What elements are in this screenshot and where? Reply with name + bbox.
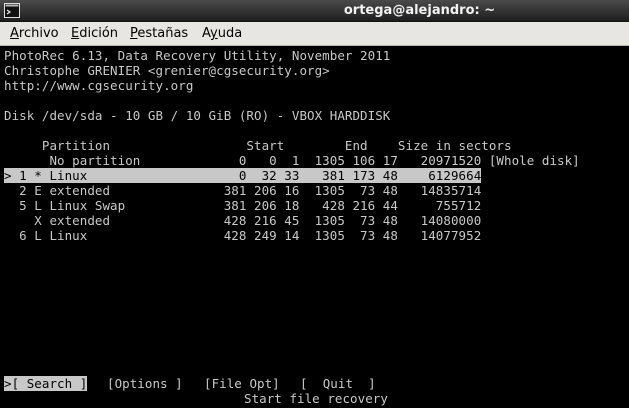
header-line-2: Christophe GRENIER <grenier@cgsecurity.o…	[4, 63, 330, 78]
quit-button[interactable]: [ Quit ]	[300, 376, 376, 391]
menu-pestanas-label: estañas	[137, 26, 189, 41]
menu-archivo[interactable]: Archivo	[10, 26, 59, 42]
partition-table-header: Partition Start End Size in sectors	[4, 138, 512, 153]
partition-row-whole-disk[interactable]: No partition 0 0 1 1305 106 17 20971520 …	[4, 153, 580, 168]
partition-row[interactable]: 5 L Linux Swap 381 206 18 428 216 44 755…	[4, 198, 481, 213]
header-line-3: http://www.cgsecurity.org	[4, 78, 194, 93]
menu-edicion-label: dición	[79, 26, 119, 41]
action-hint: Start file recovery	[244, 391, 388, 406]
menu-archivo-mnemonic: A	[10, 26, 19, 41]
file-opt-button[interactable]: [File Opt]	[204, 376, 280, 391]
menu-edicion-mnemonic: E	[71, 26, 80, 41]
title-bar: ortega@alejandro: ~	[0, 0, 629, 22]
menu-ayuda-mnemonic: y	[210, 26, 218, 41]
menu-bar: Archivo Edición Pestañas Ayuda	[0, 22, 629, 46]
menu-edicion[interactable]: Edición	[71, 26, 118, 42]
terminal-screen[interactable]: PhotoRec 6.13, Data Recovery Utility, No…	[0, 46, 629, 408]
partition-row[interactable]: 6 L Linux 428 249 14 1305 73 48 14077952	[4, 228, 481, 243]
options-button[interactable]: [Options ]	[107, 376, 183, 391]
window-title: ortega@alejandro: ~	[343, 3, 496, 18]
partition-row[interactable]: 2 E extended 381 206 16 1305 73 48 14835…	[4, 183, 481, 198]
menu-pestanas[interactable]: Pestañas	[130, 26, 188, 42]
menu-ayuda[interactable]: Ayuda	[202, 26, 242, 42]
menu-ayuda-label-start: A	[202, 26, 211, 41]
header-line-1: PhotoRec 6.13, Data Recovery Utility, No…	[4, 48, 391, 63]
disk-info: Disk /dev/sda - 10 GB / 10 GiB (RO) - VB…	[4, 108, 391, 123]
terminal-window: ortega@alejandro: ~ Archivo Edición Pest…	[0, 0, 629, 408]
search-button[interactable]: >[ Search ]	[4, 376, 88, 391]
menu-ayuda-label-end: uda	[217, 26, 243, 41]
partition-row-selected[interactable]: > 1 * Linux 0 32 33 381 173 48 6129664	[4, 168, 482, 183]
menu-archivo-label: rchivo	[18, 26, 59, 41]
partition-row[interactable]: X extended 428 216 45 1305 73 48 1408000…	[4, 213, 481, 228]
